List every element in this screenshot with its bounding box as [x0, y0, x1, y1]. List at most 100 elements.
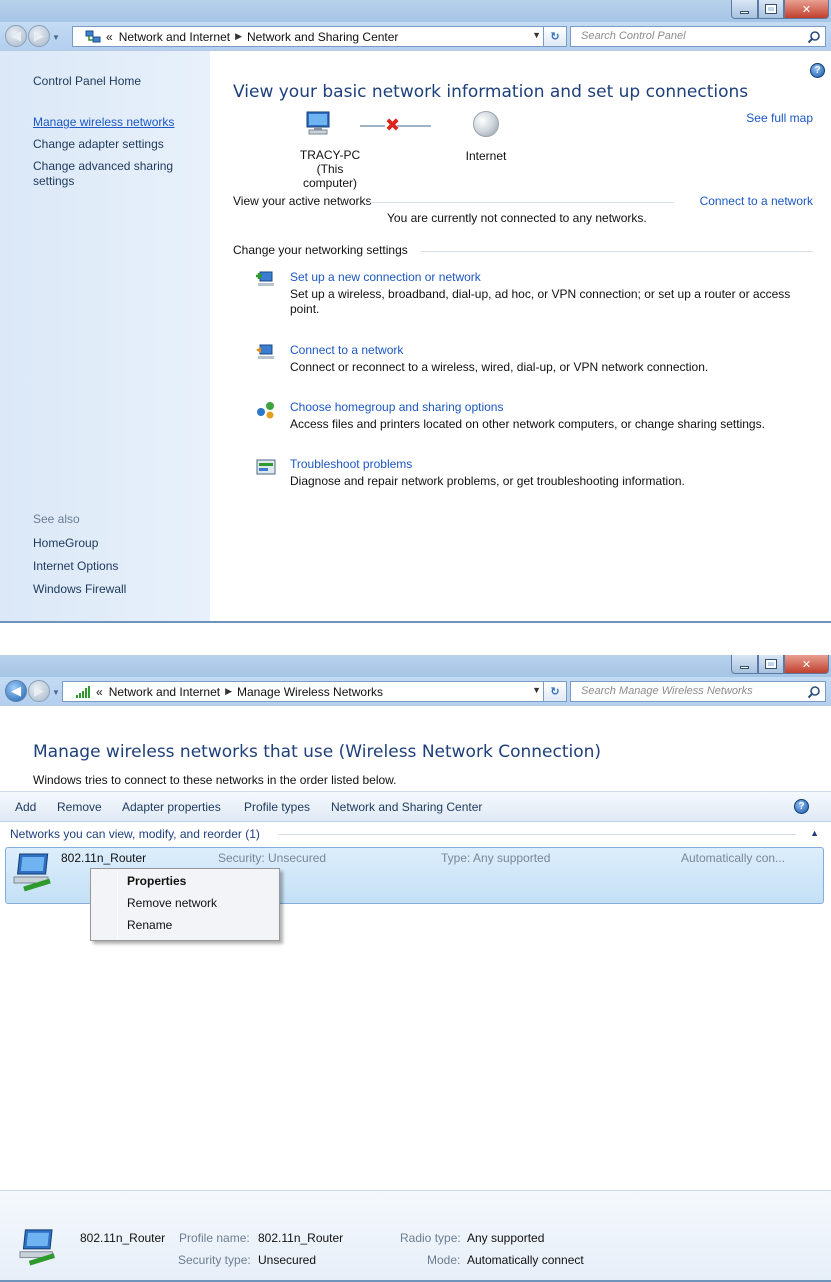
caption-buttons: ✕: [731, 655, 829, 674]
breadcrumb-current[interactable]: Manage Wireless Networks: [237, 685, 383, 699]
see-also-internet-options[interactable]: Internet Options: [33, 559, 118, 574]
internet-label: Internet: [465, 149, 507, 163]
breadcrumb-overflow[interactable]: «: [106, 30, 113, 44]
see-also-windows-firewall[interactable]: Windows Firewall: [33, 582, 126, 597]
search-icon[interactable]: [807, 685, 821, 699]
network-mode: Automatically con...: [681, 851, 786, 865]
remove-button[interactable]: Remove: [57, 800, 102, 814]
address-bar[interactable]: « Network and Internet ▶ Manage Wireless…: [62, 681, 564, 702]
search-icon[interactable]: [807, 30, 821, 44]
task-desc-connect-network: Connect or reconnect to a wireless, wire…: [290, 360, 709, 374]
add-button[interactable]: Add: [15, 800, 36, 814]
forward-button[interactable]: ▶: [28, 680, 50, 702]
task-title-new-connection[interactable]: Set up a new connection or network: [290, 270, 481, 284]
menu-item-remove-network[interactable]: Remove network: [127, 896, 217, 910]
search-input[interactable]: Search Manage Wireless Networks: [570, 681, 826, 702]
task-title-connect-network[interactable]: Connect to a network: [290, 343, 403, 357]
breadcrumb-overflow[interactable]: «: [96, 685, 103, 699]
minimize-button[interactable]: [731, 0, 758, 19]
refresh-icon: ↻: [550, 686, 560, 698]
minimize-icon: [740, 10, 749, 14]
connect-network-icon: [256, 344, 274, 359]
see-full-map-link[interactable]: See full map: [746, 111, 813, 125]
close-button[interactable]: ✕: [784, 0, 829, 19]
title-bar: ✕: [0, 655, 831, 677]
main-content: ? View your basic network information an…: [210, 50, 831, 621]
maximize-button[interactable]: [758, 0, 784, 19]
breadcrumb-current[interactable]: Network and Sharing Center: [247, 30, 398, 44]
network-type: Type: Any supported: [441, 851, 551, 865]
help-icon[interactable]: ?: [810, 63, 825, 78]
task-desc-troubleshoot: Diagnose and repair network problems, or…: [290, 474, 685, 488]
refresh-button[interactable]: ↻: [543, 26, 567, 47]
back-button[interactable]: ◀: [5, 25, 27, 47]
mode-value: Automatically connect: [467, 1253, 584, 1267]
breadcrumb-separator-icon[interactable]: ▶: [225, 686, 232, 697]
task-title-troubleshoot[interactable]: Troubleshoot problems: [290, 457, 412, 471]
page-title: View your basic network information and …: [233, 82, 749, 102]
close-icon: ✕: [801, 658, 812, 671]
maximize-button[interactable]: [758, 655, 784, 674]
troubleshoot-icon: [256, 459, 276, 475]
mode-label: Mode:: [427, 1253, 461, 1267]
computer-icon[interactable]: [303, 111, 333, 135]
divider: [369, 202, 674, 203]
back-button[interactable]: ◀: [5, 680, 27, 702]
caption-buttons: ✕: [731, 0, 829, 19]
security-type-value: Unsecured: [258, 1253, 317, 1267]
breadcrumb-separator-icon[interactable]: ▶: [235, 31, 242, 42]
address-dropdown-icon[interactable]: ▼: [532, 685, 541, 695]
see-also-label: See also: [33, 512, 80, 526]
new-connection-icon: [256, 271, 274, 286]
minimize-button[interactable]: [731, 655, 758, 674]
network-group-header[interactable]: Networks you can view, modify, and reord…: [10, 827, 260, 841]
task-desc-homegroup: Access files and printers located on oth…: [290, 417, 765, 431]
forward-arrow-icon: ▶: [34, 28, 44, 43]
recent-pages-dropdown[interactable]: ▼: [52, 33, 60, 42]
see-also-homegroup[interactable]: HomeGroup: [33, 536, 98, 551]
main-content: Manage wireless networks that use (Wirel…: [0, 705, 831, 1280]
network-security: Security: Unsecured: [218, 851, 327, 865]
wireless-computer-icon: [19, 1229, 55, 1266]
collapse-group-icon[interactable]: ▲: [810, 828, 819, 838]
connect-to-network-link[interactable]: Connect to a network: [700, 194, 813, 208]
back-arrow-icon: ◀: [11, 683, 21, 698]
maximize-icon: [765, 4, 777, 14]
sidebar-item-advanced-sharing[interactable]: Change advanced sharing settings: [33, 159, 183, 189]
help-icon[interactable]: ?: [794, 799, 809, 814]
menu-item-properties[interactable]: Properties: [127, 874, 186, 888]
task-desc-new-connection: Set up a wireless, broadband, dial-up, a…: [290, 287, 791, 316]
search-placeholder: Search Control Panel: [581, 30, 686, 42]
menu-item-rename[interactable]: Rename: [127, 918, 172, 932]
task-title-homegroup[interactable]: Choose homegroup and sharing options: [290, 400, 503, 414]
search-input[interactable]: Search Control Panel: [570, 26, 826, 47]
close-icon: ✕: [801, 3, 812, 16]
sidebar-item-control-panel-home[interactable]: Control Panel Home: [33, 74, 141, 89]
search-placeholder: Search Manage Wireless Networks: [581, 685, 753, 697]
maximize-icon: [765, 659, 777, 669]
sidebar-item-manage-wireless[interactable]: Manage wireless networks: [33, 115, 174, 130]
navigation-bar: ◀ ▶ ▼ « Network and Internet ▶ Network a…: [0, 22, 831, 50]
adapter-properties-button[interactable]: Adapter properties: [122, 800, 221, 814]
change-settings-label: Change your networking settings: [233, 243, 408, 257]
forward-arrow-icon: ▶: [34, 683, 44, 698]
breadcrumb-network-internet[interactable]: Network and Internet: [109, 685, 220, 699]
no-connection-status: You are currently not connected to any n…: [387, 211, 647, 225]
menu-gutter: [117, 871, 118, 938]
homegroup-icon: [257, 402, 274, 419]
recent-pages-dropdown[interactable]: ▼: [52, 688, 60, 697]
wireless-computer-icon: [13, 853, 51, 892]
sidebar-item-change-adapter[interactable]: Change adapter settings: [33, 137, 164, 152]
profile-types-button[interactable]: Profile types: [244, 800, 310, 814]
divider: [421, 251, 813, 252]
radio-type-value: Any supported: [467, 1231, 545, 1245]
details-network-name: 802.11n_Router: [80, 1231, 166, 1245]
close-button[interactable]: ✕: [784, 655, 829, 674]
internet-globe-icon[interactable]: [473, 111, 499, 137]
network-sharing-center-button[interactable]: Network and Sharing Center: [331, 800, 482, 814]
address-bar[interactable]: « Network and Internet ▶ Network and Sha…: [72, 26, 564, 47]
refresh-button[interactable]: ↻: [543, 681, 567, 702]
address-dropdown-icon[interactable]: ▼: [532, 30, 541, 40]
breadcrumb-network-internet[interactable]: Network and Internet: [119, 30, 230, 44]
forward-button[interactable]: ▶: [28, 25, 50, 47]
